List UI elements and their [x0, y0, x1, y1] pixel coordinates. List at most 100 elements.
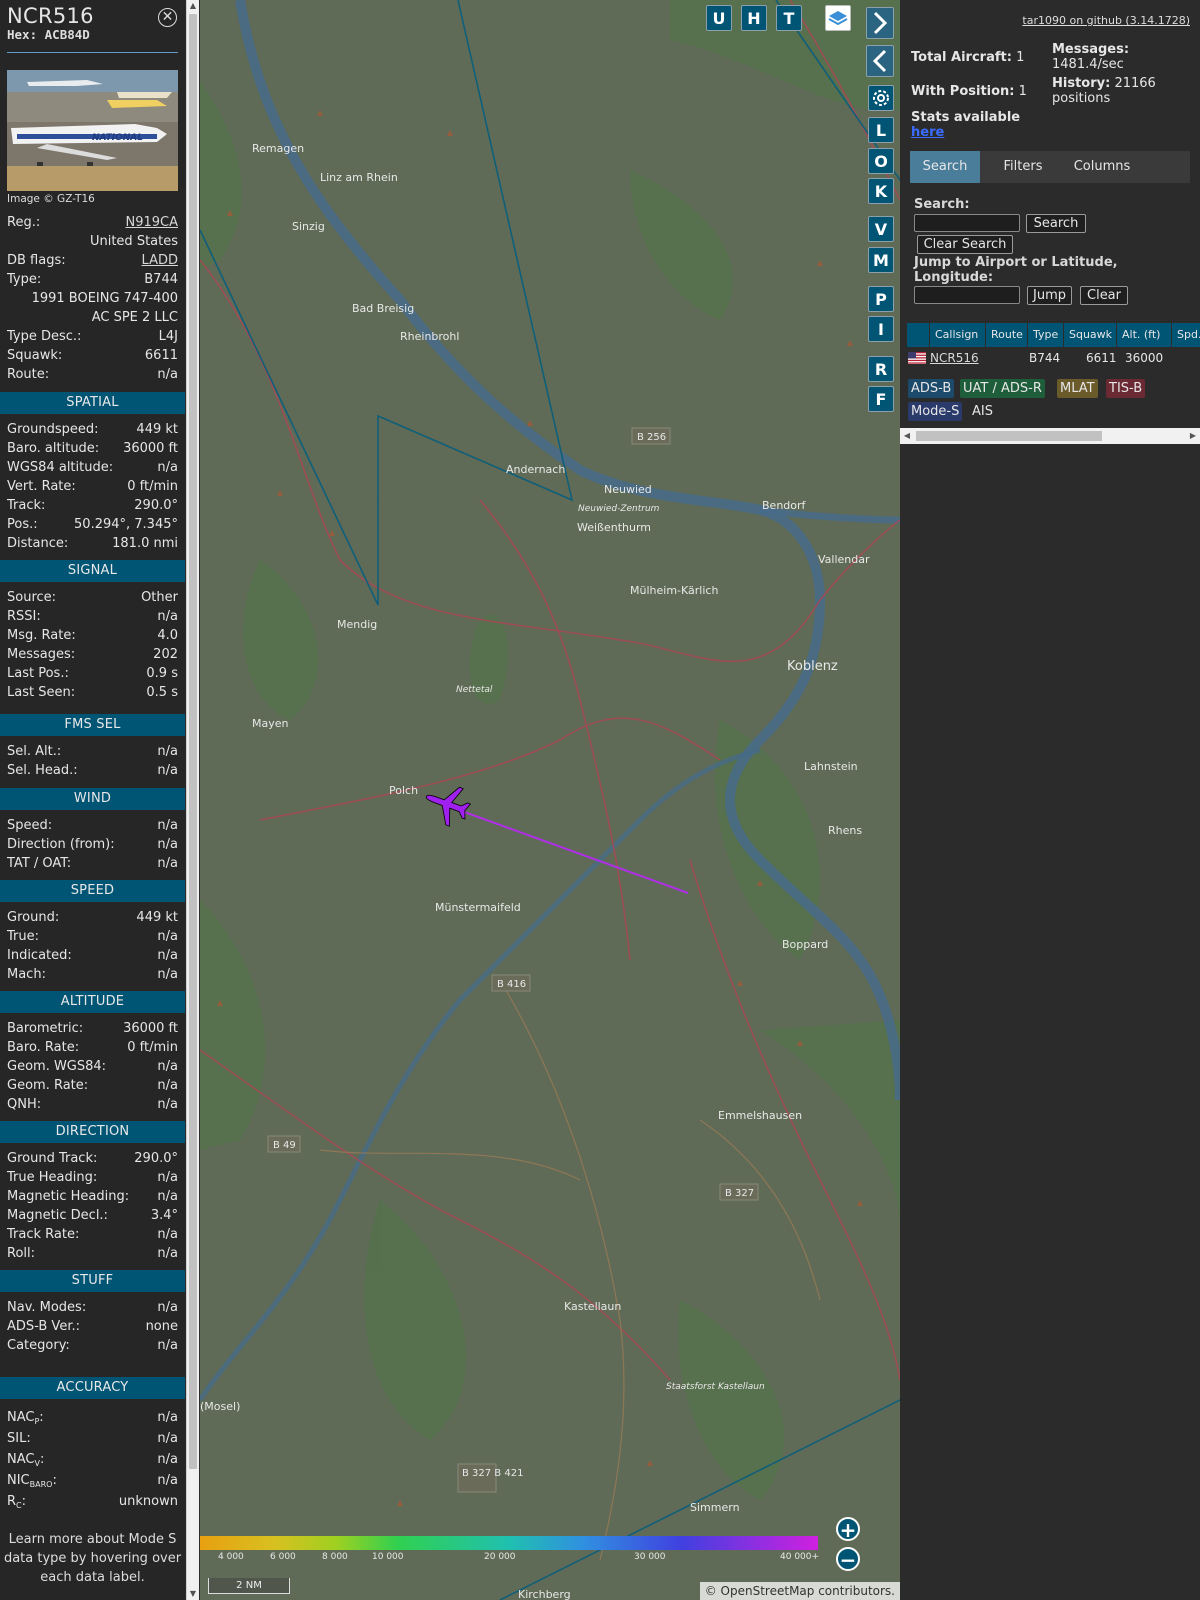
info-label[interactable]: True: — [7, 927, 39, 946]
info-label[interactable]: Indicated: — [7, 946, 72, 965]
info-label[interactable]: NICBARO: — [7, 1471, 57, 1494]
map-view[interactable]: Remagen Linz am Rhein Sinzig Bad Breisig… — [200, 0, 900, 1600]
info-label[interactable]: Messages: — [7, 645, 75, 664]
place-label: (Mosel) — [200, 1400, 240, 1413]
info-label[interactable]: Groundspeed: — [7, 420, 98, 439]
with-position-stat: With Position: 1 — [911, 84, 1027, 99]
col-squawk[interactable]: Squawk — [1063, 323, 1116, 347]
search-button[interactable]: Search — [1026, 214, 1086, 233]
tab-filters[interactable]: Filters — [988, 151, 1058, 183]
info-label[interactable]: Direction (from): — [7, 835, 115, 854]
map-button-u[interactable]: U — [706, 5, 732, 31]
info-label[interactable]: Ground Track: — [7, 1149, 97, 1168]
layers-icon[interactable] — [825, 5, 851, 31]
info-label[interactable]: Distance: — [7, 534, 68, 553]
dbflags-link[interactable]: LADD — [142, 251, 178, 270]
info-value: 0.9 s — [146, 666, 178, 681]
info-label[interactable]: SIL: — [7, 1429, 31, 1448]
chevron-right-icon[interactable] — [866, 7, 894, 39]
github-link[interactable]: tar1090 on github (3.14.1728) — [1022, 14, 1190, 27]
search-input[interactable] — [914, 214, 1020, 232]
info-label[interactable]: Track Rate: — [7, 1225, 79, 1244]
col-type[interactable]: Type — [1027, 323, 1063, 347]
map-button-v[interactable]: V — [868, 216, 894, 242]
col-callsign[interactable]: Callsign — [929, 323, 985, 347]
info-label[interactable]: Category: — [7, 1336, 70, 1355]
scroll-left-icon[interactable]: ◀ — [900, 428, 914, 444]
info-label[interactable]: Geom. WGS84: — [7, 1057, 106, 1076]
map-attribution[interactable]: © OpenStreetMap contributors. — [699, 1582, 900, 1600]
col-speed[interactable]: Spd. — [1171, 323, 1200, 347]
info-label[interactable]: Msg. Rate: — [7, 626, 76, 645]
info-label[interactable]: Source: — [7, 588, 56, 607]
row-callsign-link[interactable]: NCR516 — [930, 348, 979, 368]
info-scrollbar[interactable]: ▲ ▼ — [186, 0, 199, 1600]
source-tag-mlat: MLAT — [1057, 379, 1098, 398]
stats-link[interactable]: here — [911, 125, 944, 140]
info-label[interactable]: Sel. Head.: — [7, 761, 78, 780]
hscroll-thumb[interactable] — [916, 431, 1102, 441]
info-label[interactable]: ADS-B Ver.: — [7, 1317, 80, 1336]
info-label[interactable]: Magnetic Decl.: — [7, 1206, 108, 1225]
info-label[interactable]: Mach: — [7, 965, 46, 984]
scroll-thumb[interactable] — [189, 14, 197, 1469]
col-flag[interactable] — [907, 323, 929, 347]
scroll-up-icon[interactable]: ▲ — [187, 0, 199, 12]
scroll-down-icon[interactable]: ▼ — [187, 1588, 199, 1600]
map-canvas[interactable]: Remagen Linz am Rhein Sinzig Bad Breisig… — [200, 0, 900, 1600]
info-label[interactable]: True Heading: — [7, 1168, 97, 1187]
jump-button[interactable]: Jump — [1027, 286, 1072, 305]
map-button-f[interactable]: F — [868, 386, 894, 412]
registration-link[interactable]: N919CA — [125, 213, 178, 232]
info-label[interactable]: Geom. Rate: — [7, 1076, 88, 1095]
info-label[interactable]: Nav. Modes: — [7, 1298, 86, 1317]
chevron-left-icon[interactable] — [866, 45, 894, 77]
info-label[interactable]: Last Pos.: — [7, 664, 69, 683]
info-label[interactable]: Last Seen: — [7, 683, 75, 702]
map-button-r[interactable]: R — [868, 356, 894, 382]
table-row[interactable]: NCR516 B744 6611 36000 — [907, 348, 1200, 368]
info-label[interactable]: Sel. Alt.: — [7, 742, 61, 761]
map-button-p[interactable]: P — [868, 286, 894, 312]
map-button-o[interactable]: O — [868, 148, 894, 174]
info-label[interactable]: Track: — [7, 496, 45, 515]
table-horizontal-scrollbar[interactable]: ◀ ▶ — [900, 428, 1200, 444]
map-button-t[interactable]: T — [776, 5, 802, 31]
jump-input[interactable] — [914, 286, 1020, 304]
info-label[interactable]: TAT / OAT: — [7, 854, 71, 873]
settings-gear-icon[interactable] — [868, 85, 894, 111]
tab-columns[interactable]: Columns — [1062, 151, 1142, 183]
clear-search-button[interactable]: Clear Search — [917, 235, 1013, 254]
info-label[interactable]: RSSI: — [7, 607, 41, 626]
info-label[interactable]: Baro. Rate: — [7, 1038, 79, 1057]
zoom-in-icon[interactable]: + — [836, 1517, 860, 1541]
tab-search[interactable]: Search — [910, 151, 980, 183]
aircraft-photo[interactable]: NATIONAL — [7, 70, 178, 191]
info-label[interactable]: WGS84 altitude: — [7, 458, 113, 477]
map-button-m[interactable]: M — [868, 247, 894, 273]
selected-hex: Hex: ACB84D — [7, 27, 178, 42]
info-label[interactable]: Roll: — [7, 1244, 35, 1263]
map-button-l[interactable]: L — [868, 117, 894, 143]
map-button-h[interactable]: H — [741, 5, 767, 31]
info-label[interactable]: Baro. altitude: — [7, 439, 99, 458]
zoom-out-icon[interactable]: − — [836, 1547, 860, 1571]
info-label[interactable]: Barometric: — [7, 1019, 83, 1038]
map-button-i[interactable]: I — [868, 316, 894, 342]
map-button-k[interactable]: K — [868, 178, 894, 204]
col-altitude[interactable]: Alt. (ft) — [1116, 323, 1171, 347]
clear-jump-button[interactable]: Clear — [1080, 286, 1128, 305]
info-label[interactable]: RC: — [7, 1492, 26, 1515]
info-label[interactable]: Pos.: — [7, 515, 38, 534]
scroll-right-icon[interactable]: ▶ — [1186, 428, 1200, 444]
info-label[interactable]: QNH: — [7, 1095, 41, 1114]
info-row-altitude: Barometric: 36000 ft — [7, 1019, 178, 1038]
info-label[interactable]: NACP: — [7, 1408, 44, 1431]
info-label[interactable]: Vert. Rate: — [7, 477, 76, 496]
info-label[interactable]: Magnetic Heading: — [7, 1187, 129, 1206]
info-label[interactable]: Speed: — [7, 816, 52, 835]
info-label[interactable]: NACV: — [7, 1450, 44, 1473]
col-route[interactable]: Route — [985, 323, 1027, 347]
info-label[interactable]: Ground: — [7, 908, 59, 927]
close-icon[interactable]: ✕ — [158, 8, 177, 27]
